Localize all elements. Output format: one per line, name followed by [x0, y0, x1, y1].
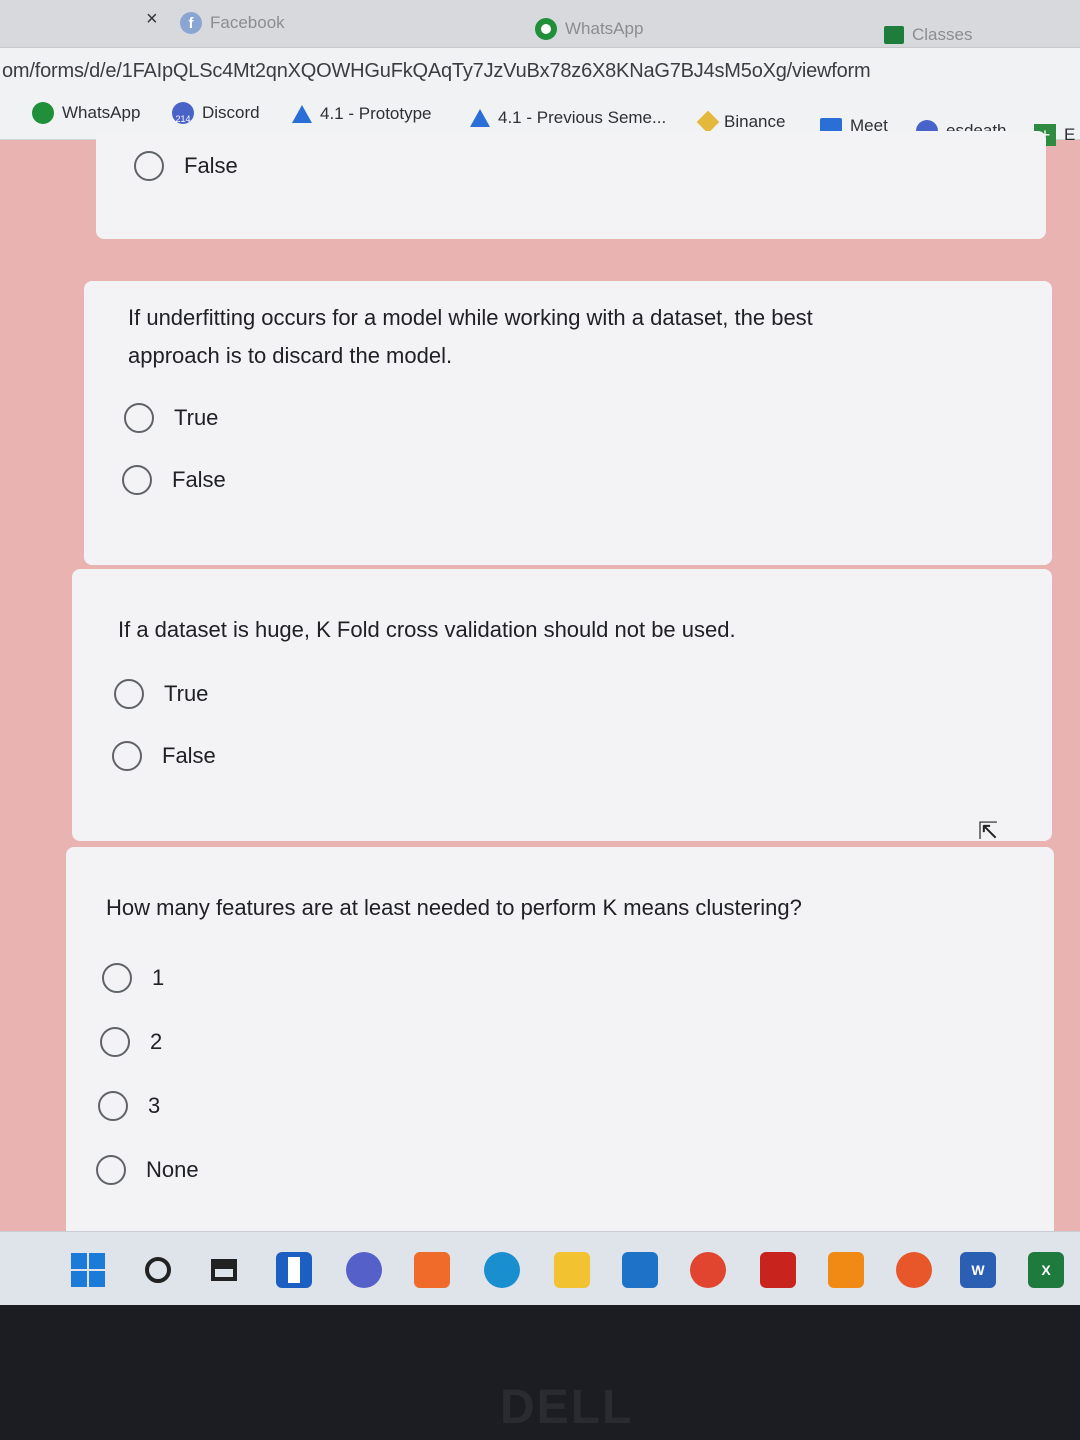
bookmark-previous-semester[interactable]: 4.1 - Previous Seme...	[470, 108, 666, 128]
bookmark-label: WhatsApp	[62, 103, 141, 122]
tab-facebook[interactable]: f Facebook	[180, 8, 285, 38]
option-label: 1	[152, 965, 165, 990]
radio-button[interactable]	[96, 1155, 126, 1185]
vlc-icon[interactable]	[828, 1252, 864, 1288]
option-true[interactable]: True	[114, 679, 208, 709]
option-label: 3	[148, 1093, 161, 1118]
tab-classes[interactable]: Classes	[884, 24, 972, 46]
bookmark-whatsapp[interactable]: WhatsApp	[32, 102, 140, 124]
tab-label: WhatsApp	[565, 19, 644, 38]
radio-button[interactable]	[112, 741, 142, 771]
brave-icon[interactable]	[414, 1252, 450, 1288]
option-label: False	[162, 743, 216, 768]
question-text: If a dataset is huge, K Fold cross valid…	[118, 617, 736, 642]
option-false[interactable]: False	[134, 151, 238, 181]
taskbar: W X	[0, 1231, 1080, 1305]
radio-button[interactable]	[122, 465, 152, 495]
form-area: False If underfitting occurs for a model…	[0, 131, 1080, 1247]
drive-icon	[292, 105, 312, 123]
teams-chat-icon[interactable]	[346, 1252, 382, 1288]
question-line: approach is to discard the model.	[128, 343, 453, 368]
bookmark-prototype[interactable]: 4.1 - Prototype	[292, 104, 432, 124]
option-true[interactable]: True	[124, 403, 218, 433]
option-label: True	[174, 405, 219, 430]
bookmark-discord[interactable]: 214 Discord	[172, 102, 260, 124]
bookmark-label: Binance	[724, 112, 786, 131]
widgets-icon[interactable]	[276, 1252, 312, 1288]
firefox-icon[interactable]	[896, 1252, 932, 1288]
option-label: False	[184, 153, 238, 178]
dell-logo: DELL	[500, 1381, 634, 1434]
radio-button[interactable]	[114, 679, 144, 709]
whatsapp-icon	[535, 18, 557, 40]
bookmark-label: 4.1 - Previous Seme...	[498, 108, 667, 127]
option-label: 2	[150, 1029, 163, 1054]
classroom-icon	[884, 26, 904, 44]
tab-whatsapp[interactable]: WhatsApp	[535, 14, 643, 44]
question-text: How many features are at least needed to…	[106, 895, 802, 920]
chrome-icon[interactable]	[690, 1252, 726, 1288]
option-2[interactable]: 2	[100, 1027, 162, 1057]
bookmark-label: Discord	[202, 103, 260, 122]
option-none[interactable]: None	[96, 1155, 199, 1185]
address-bar[interactable]: om/forms/d/e/1FAIpQLSc4Mt2qnXQOWHGuFkQAq…	[0, 48, 1080, 94]
bookmark-label: 4.1 - Prototype	[320, 104, 432, 123]
radio-button[interactable]	[100, 1027, 130, 1057]
tab-strip: × f Facebook WhatsApp Classes	[0, 0, 1080, 48]
task-view-icon[interactable]	[206, 1252, 242, 1288]
radio-button[interactable]	[134, 151, 164, 181]
option-label: True	[164, 681, 209, 706]
option-false[interactable]: False	[122, 465, 226, 495]
binance-icon	[696, 110, 720, 134]
tab-label: Classes	[912, 25, 973, 44]
radio-button[interactable]	[102, 963, 132, 993]
option-3[interactable]: 3	[98, 1091, 160, 1121]
question-card: If underfitting occurs for a model while…	[84, 281, 1052, 565]
mouse-cursor-icon: ⇱	[978, 818, 999, 845]
option-label: False	[172, 467, 226, 492]
discord-icon: 214	[172, 102, 194, 124]
file-explorer-icon[interactable]	[554, 1252, 590, 1288]
tab-label: Facebook	[210, 13, 285, 32]
excel-icon[interactable]: X	[1028, 1252, 1064, 1288]
drive-icon	[470, 109, 490, 127]
option-1[interactable]: 1	[102, 963, 164, 993]
option-label: None	[146, 1157, 199, 1182]
question-card-partial: False	[96, 131, 1046, 239]
bookmark-binance[interactable]: Binance	[696, 110, 786, 134]
url-text[interactable]: om/forms/d/e/1FAIpQLSc4Mt2qnXQOWHGuFkQAq…	[0, 60, 871, 83]
search-icon[interactable]	[140, 1252, 176, 1288]
whatsapp-icon	[32, 102, 54, 124]
question-card: How many features are at least needed to…	[66, 847, 1054, 1247]
tab-close-button[interactable]: ×	[146, 8, 158, 31]
mail-icon[interactable]	[622, 1252, 658, 1288]
question-line: If underfitting occurs for a model while…	[128, 305, 813, 330]
radio-button[interactable]	[98, 1091, 128, 1121]
question-card: If a dataset is huge, K Fold cross valid…	[72, 569, 1052, 841]
edge-icon[interactable]	[484, 1252, 520, 1288]
word-icon[interactable]: W	[960, 1252, 996, 1288]
screen: × f Facebook WhatsApp Classes om/forms/d…	[0, 0, 1080, 1305]
option-false[interactable]: False	[112, 741, 216, 771]
facebook-icon: f	[180, 12, 202, 34]
question-text: If underfitting occurs for a model while…	[128, 299, 813, 375]
windows-start-icon[interactable]	[70, 1252, 106, 1288]
acrobat-icon[interactable]	[760, 1252, 796, 1288]
radio-button[interactable]	[124, 403, 154, 433]
